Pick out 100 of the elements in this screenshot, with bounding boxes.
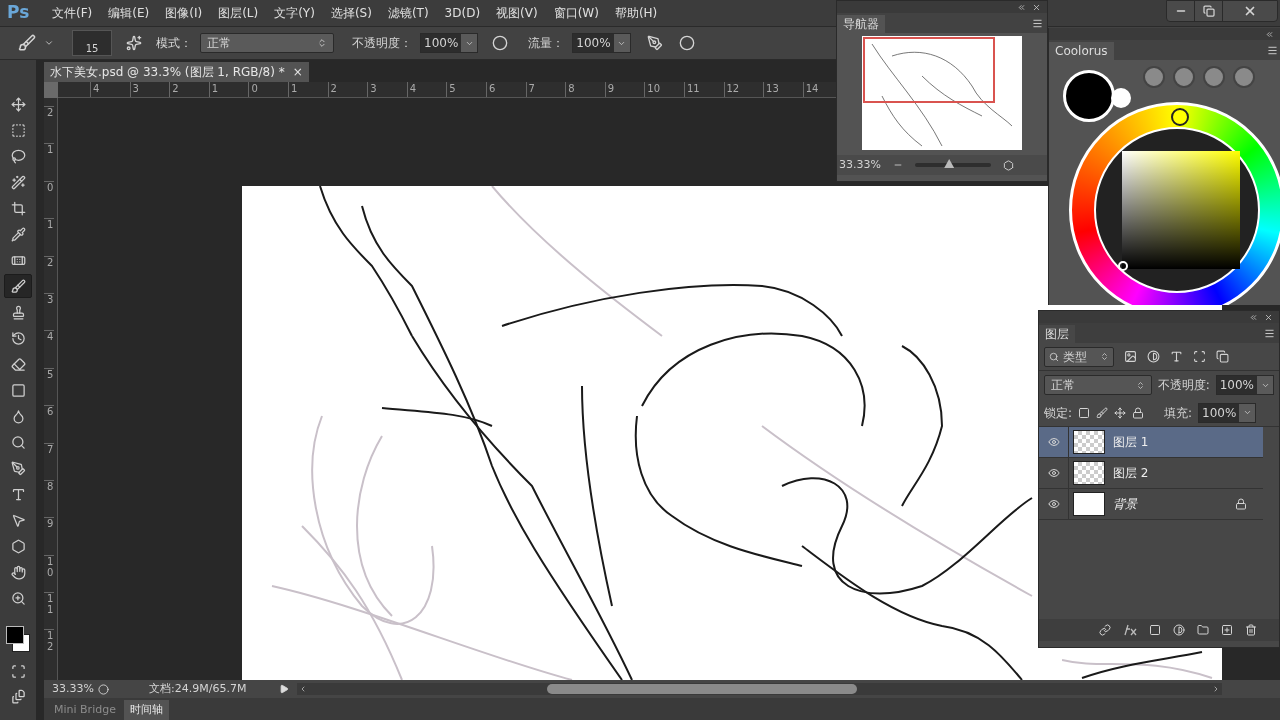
fx-icon[interactable] [1123, 624, 1137, 636]
pixel-filter-icon[interactable] [1124, 350, 1137, 363]
layer-name: 图层 1 [1113, 434, 1149, 451]
fill-field[interactable]: 100% [1198, 402, 1257, 423]
layer-row[interactable]: 背景 [1039, 489, 1263, 520]
panel-menu-icon[interactable] [1264, 328, 1275, 339]
filter-select[interactable]: 类型 [1044, 346, 1114, 367]
new-layer-icon[interactable] [1221, 624, 1233, 636]
navigator-zoom: 33.33% [838, 156, 882, 173]
lock-label: 锁定: [1044, 404, 1073, 422]
flow-field[interactable]: 100% [572, 33, 631, 53]
panel-tab[interactable]: 导航器 [837, 15, 885, 33]
lock-paint-icon[interactable] [1096, 406, 1109, 419]
selection-arrow-tool-icon[interactable] [10, 512, 26, 528]
menu-item[interactable]: 图层(L) [210, 4, 267, 22]
play-icon[interactable] [279, 684, 289, 694]
opacity-label: 不透明度: [1157, 377, 1210, 394]
brush-preset-icon[interactable] [18, 34, 36, 52]
crop-tool-icon[interactable] [10, 200, 26, 216]
mode-label: 模式： [156, 35, 192, 52]
close-icon[interactable] [1243, 4, 1257, 18]
eraser-tool-icon[interactable] [10, 356, 26, 372]
lasso-tool-icon[interactable] [10, 148, 26, 164]
status-icon[interactable] [98, 683, 109, 695]
type-filter-icon[interactable] [1170, 350, 1183, 363]
opacity-label: 不透明度： [352, 35, 412, 52]
visibility-eye-icon[interactable] [1047, 467, 1060, 479]
brush-size-picker[interactable]: 15 [72, 30, 112, 56]
lock-position-icon[interactable] [1114, 406, 1127, 419]
panel-tab[interactable]: 图层 [1039, 325, 1075, 343]
panel-menu-icon[interactable] [1032, 18, 1043, 29]
menu-item[interactable]: 3D(D) [436, 4, 489, 22]
trash-icon[interactable] [1245, 624, 1257, 636]
magic-wand-tool-icon[interactable] [10, 174, 26, 190]
layer-row[interactable]: 图层 2 [1039, 458, 1263, 489]
visibility-eye-icon[interactable] [1047, 436, 1060, 448]
fill-label: 填充: [1164, 404, 1193, 422]
caret-icon[interactable] [44, 38, 54, 48]
updown-icon[interactable] [1100, 352, 1109, 361]
updown-icon[interactable] [1135, 380, 1145, 390]
close-icon[interactable] [1032, 2, 1041, 12]
panel-menu-icon[interactable] [1267, 45, 1278, 56]
droplet-tool-icon[interactable] [10, 408, 26, 424]
close-icon[interactable] [1264, 312, 1273, 322]
collapse-icon[interactable] [1249, 312, 1258, 322]
move-tool-icon[interactable] [10, 96, 26, 112]
menu-item[interactable]: 帮助(H) [606, 4, 666, 22]
layer-name: 背景 [1113, 496, 1137, 513]
updown-icon[interactable] [317, 38, 327, 48]
folder-icon[interactable] [1197, 624, 1209, 636]
menu-item[interactable]: 文件(F) [44, 4, 101, 22]
left-ruler: 2 1 0 1 2 3 4 5 6 7 8 9 10 11 12 [44, 98, 58, 680]
layer-opacity-field[interactable]: 100% [1215, 375, 1274, 395]
color-picker-drawing[interactable] [1063, 66, 1280, 305]
brush-tool-icon[interactable] [10, 278, 26, 294]
hand-tool-icon[interactable] [10, 564, 26, 580]
shape-filter-icon[interactable] [1193, 350, 1206, 363]
document-tab[interactable]: 水下美女.psd @ 33.3% (图层 1, RGB/8) * × [44, 62, 309, 82]
scroll-right-icon[interactable] [1212, 685, 1220, 693]
marquee-tool-icon[interactable] [10, 122, 26, 138]
layer-row[interactable]: 图层 1 [1039, 427, 1263, 458]
menu-item[interactable]: 图像(I) [157, 4, 211, 22]
adjustment-filter-icon[interactable] [1147, 350, 1160, 363]
menu-item[interactable]: 编辑(E) [100, 4, 158, 22]
blend-mode-select[interactable]: 正常 [1044, 375, 1152, 395]
lock-all-icon[interactable] [1132, 406, 1145, 419]
collapse-icon[interactable] [1017, 2, 1026, 12]
zoom-tool-icon[interactable] [10, 590, 26, 606]
collapse-icon[interactable] [1265, 29, 1274, 39]
menu-item[interactable]: 选择(S) [322, 4, 380, 22]
layer-name: 图层 2 [1113, 465, 1149, 482]
opacity-field[interactable]: 100% [420, 33, 479, 53]
menu-item[interactable]: 窗口(W) [545, 4, 607, 22]
type-tool-icon[interactable] [10, 486, 26, 502]
pen-tool-icon[interactable] [10, 460, 26, 476]
hexagon-tool-icon[interactable] [10, 538, 26, 554]
history-brush-tool-icon[interactable] [10, 330, 26, 346]
stamp-tool-icon[interactable] [10, 304, 26, 320]
visibility-eye-icon[interactable] [1047, 498, 1060, 510]
tab-close-button[interactable]: × [292, 66, 303, 78]
flow-label: 流量： [528, 35, 565, 52]
tool-button[interactable] [4, 274, 32, 298]
caret-icon[interactable] [1242, 408, 1252, 417]
mode-select[interactable]: 正常 [200, 33, 334, 53]
restore-icon[interactable] [1202, 5, 1215, 17]
eyedropper-tool-icon[interactable] [10, 226, 26, 242]
search-icon[interactable] [1049, 351, 1059, 362]
navigator-preview[interactable] [862, 36, 1022, 150]
scroll-left-icon[interactable] [299, 685, 307, 693]
app-logo: Ps [6, 1, 31, 25]
menu-item[interactable]: 滤镜(T) [379, 4, 437, 22]
menu-item[interactable]: 视图(V) [488, 4, 546, 22]
zoom-readout: 33.33% [51, 680, 94, 697]
horizontal-scrollbar[interactable] [297, 683, 1222, 695]
screen-mode-icon[interactable] [10, 689, 26, 704]
panel-tab[interactable]: Coolorus [1049, 42, 1114, 60]
panel-tab[interactable]: 时间轴 [123, 700, 169, 720]
link-icon[interactable] [1099, 624, 1111, 636]
adjustment-icon[interactable] [1173, 624, 1185, 636]
menu-item[interactable]: 文字(Y) [266, 4, 323, 22]
